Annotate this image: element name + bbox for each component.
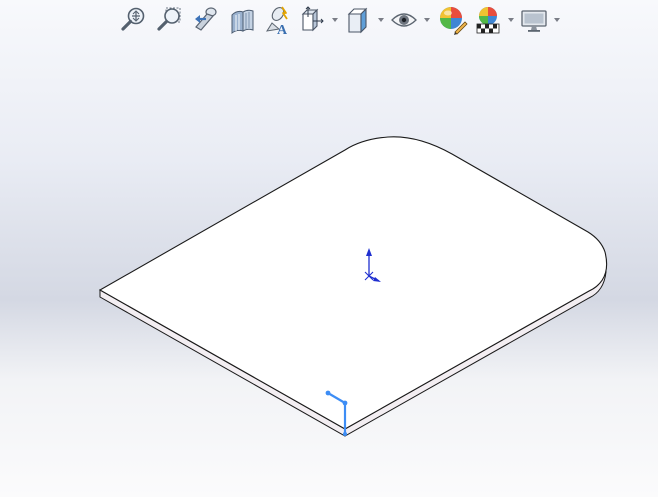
model-view[interactable] xyxy=(0,0,658,497)
sheet-metal-plate[interactable] xyxy=(98,136,608,437)
plate-top-face xyxy=(98,136,608,430)
graphics-area[interactable]: A xyxy=(0,0,658,497)
